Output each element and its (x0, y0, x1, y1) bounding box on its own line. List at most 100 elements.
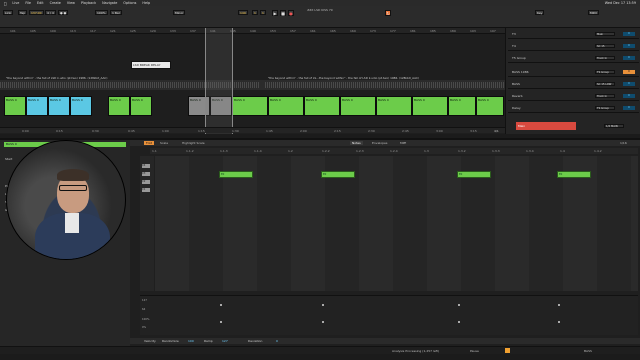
tab-notes[interactable]: Notes (350, 141, 363, 145)
track-row[interactable]: Delay TS Group 0 (508, 104, 639, 113)
track-row[interactable]: T3 Main 0 (508, 30, 639, 39)
midi-clip[interactable]: BASS 0 (108, 96, 130, 116)
velocity-marker[interactable] (322, 304, 324, 306)
audio-track-lane[interactable]: "the beyond within" - the fall of LSD k.… (0, 76, 505, 90)
track-io[interactable]: Track In (595, 94, 615, 98)
randomize-value[interactable]: 100 (188, 339, 194, 343)
playhead-icon[interactable] (505, 348, 510, 353)
loop-region[interactable] (205, 28, 233, 134)
deviation-value[interactable]: 0 (276, 339, 278, 343)
midi-clip[interactable]: BASS 0 (48, 96, 70, 116)
midi-note[interactable]: E0 (219, 171, 253, 178)
play-icon[interactable]: ▶ (272, 9, 278, 16)
delay-clip[interactable]: LSD BREAK DELAY (131, 61, 171, 69)
ramp-button[interactable]: Ramp (204, 339, 213, 343)
velocity-marker[interactable] (458, 304, 460, 306)
menu-file[interactable]: File (25, 1, 31, 5)
randomize-button[interactable]: Randomize (162, 339, 179, 343)
midi-note[interactable]: E0 (457, 171, 491, 178)
track-io[interactable]: Main (595, 32, 615, 36)
midi-clip[interactable]: BASS 0 (268, 96, 304, 116)
tab-mpe[interactable]: MPE (398, 141, 408, 145)
piano-key[interactable]: C4 (142, 164, 150, 168)
zoom-label[interactable]: 4/1 (494, 129, 499, 133)
midi-note[interactable]: E0 (557, 171, 591, 178)
track-io[interactable]: TS Group (595, 106, 615, 110)
record-icon[interactable]: ● (288, 9, 294, 16)
midi-clip[interactable]: BASS 0 (4, 96, 26, 116)
piano-key[interactable]: C2 (142, 180, 150, 184)
piano-keys[interactable]: C4 C3 C2 C1 (140, 156, 154, 291)
track-volume[interactable]: 0 (623, 82, 635, 86)
menu-options[interactable]: Options (123, 1, 136, 5)
track-volume[interactable]: 0 (623, 56, 635, 60)
scale-menu[interactable]: Minor (173, 10, 186, 15)
menu-playback[interactable]: Playback (81, 1, 96, 5)
metronome-button[interactable]: ● ● (58, 10, 69, 15)
audio-clip-name[interactable]: "the beyond within" - the fall of LSD k.… (6, 76, 107, 80)
midi-clip[interactable]: BASS 0 (376, 96, 412, 116)
loop-icon[interactable]: ↻ (385, 9, 391, 16)
velocity-marker[interactable] (458, 321, 460, 323)
apple-icon[interactable]:  (4, 1, 6, 6)
menu-help[interactable]: Help (142, 1, 150, 5)
midi-clip[interactable]: BASS 0 (304, 96, 340, 116)
midi-clip[interactable]: BASS 0 (448, 96, 476, 116)
velocity-marker[interactable] (322, 321, 324, 323)
note-grid[interactable]: E0 E0 E0 E0 (155, 156, 638, 291)
zoom-field[interactable]: 100% (95, 10, 108, 15)
tempo-field[interactable]: 137.00 (29, 10, 44, 15)
ramp-value[interactable]: 127 (222, 339, 228, 343)
velocity-marker[interactable] (220, 304, 222, 306)
time-ruler[interactable]: 0:00 0:15 0:30 0:45 1:00 1:15 1:30 1:45 … (0, 127, 505, 133)
menu-app[interactable]: Live (12, 1, 19, 5)
velocity-marker[interactable] (558, 304, 560, 306)
link-button[interactable]: Link (3, 10, 14, 15)
midi-clip[interactable]: BASS 0 (476, 96, 504, 116)
midi-clip[interactable]: BASS 0 (412, 96, 448, 116)
scale-button[interactable]: Scale (158, 141, 170, 145)
time-signature-field[interactable]: 4 / 4 (45, 10, 56, 15)
midi-ruler[interactable]: 1.1 1.1.2 1.1.3 1.1.4 1.2 1.2.2 1.2.3 1.… (150, 148, 638, 154)
track-io[interactable]: 1/2 MAIN (604, 124, 624, 128)
velocity-lane[interactable]: 127 64 100% 0% (140, 295, 638, 335)
velocity-marker[interactable] (220, 321, 222, 323)
track-io[interactable]: TS Group (595, 70, 615, 74)
key-button[interactable]: Key (535, 10, 545, 15)
menu-edit[interactable]: Edit (37, 1, 44, 5)
position-beat[interactable]: 1 (252, 10, 258, 15)
track-volume[interactable]: 0 (623, 44, 635, 48)
menu-create[interactable]: Create (50, 1, 61, 5)
track-io[interactable]: SC 15 (595, 44, 615, 48)
piano-key[interactable]: C3 (142, 172, 150, 176)
fold-button[interactable]: Fold (144, 141, 155, 145)
track-volume[interactable]: 0 (623, 94, 635, 98)
grid-label[interactable]: 1/16 (618, 141, 629, 145)
position-bar[interactable]: 149 (238, 10, 248, 15)
track-row[interactable]: 1/2 MAIN (578, 122, 638, 131)
track-volume[interactable]: 0 (623, 70, 635, 74)
arrangement-view[interactable]: "the beyond within" - the fall of LSD k.… (0, 34, 505, 134)
midi-note[interactable]: E0 (321, 171, 355, 178)
midi-clip[interactable]: BASS 0 (70, 96, 92, 116)
track-row[interactable]: BASS SC 15 LOW 0 (508, 80, 639, 89)
midi-clip[interactable]: BASS 0 (232, 96, 268, 116)
menu-navigate[interactable]: Navigate (102, 1, 117, 5)
piano-key[interactable]: C1 (142, 188, 150, 192)
midi-clip[interactable]: BASS 0 (26, 96, 48, 116)
track-row[interactable]: T4 SC 15 0 (508, 42, 639, 51)
stop-icon[interactable]: ■ (280, 9, 286, 16)
audio-clip-name[interactable]: "the beyond within" - the fall of LS...t… (268, 76, 419, 80)
position-sixteenth[interactable]: 1 (260, 10, 266, 15)
track-row[interactable]: Reverb Track In 0 (508, 92, 639, 101)
pause-button[interactable]: Pause (470, 349, 479, 353)
track-row[interactable]: BASS 1986 TS Group 0 (508, 68, 639, 77)
track-io[interactable]: SC 15 LOW (595, 82, 615, 86)
master-track[interactable]: Main (516, 122, 576, 130)
tab-envelopes[interactable]: Envelopes (370, 141, 389, 145)
track-row[interactable]: T5 Group Track In 0 (508, 54, 639, 63)
highlight-scale-button[interactable]: Highlight Scale (180, 141, 207, 145)
track-volume[interactable]: 0 (623, 32, 635, 36)
midi-clip[interactable]: BASS 0 (130, 96, 152, 116)
tap-button[interactable]: Tap (18, 10, 28, 15)
